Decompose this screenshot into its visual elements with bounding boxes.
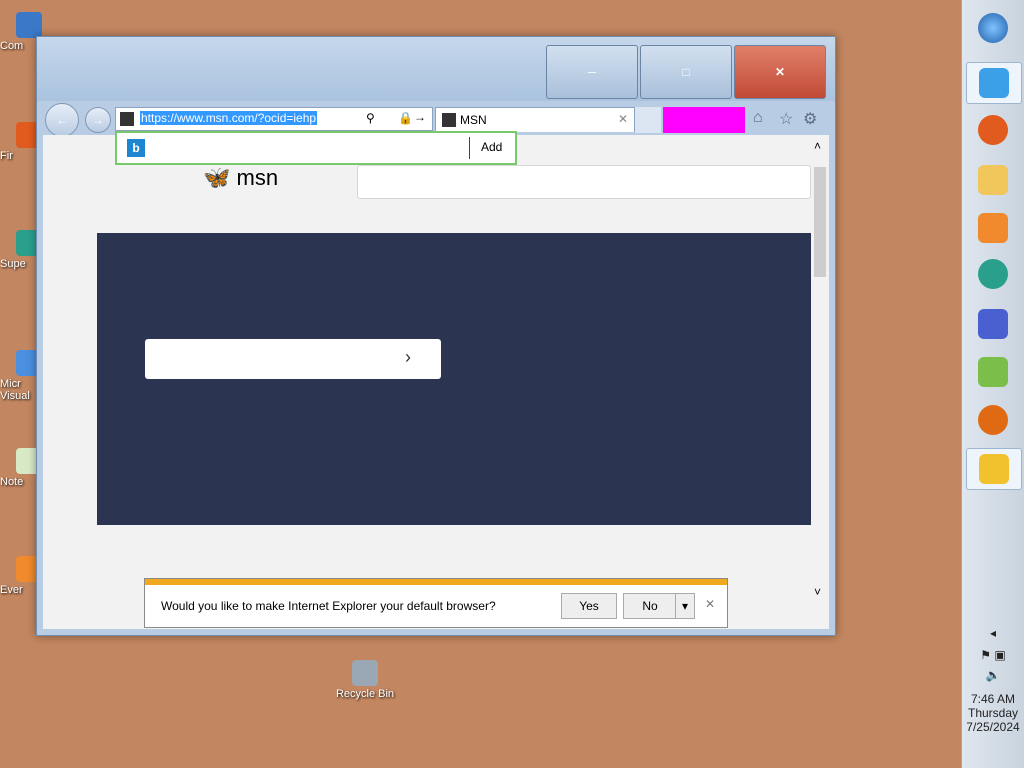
ie-window: ─ □ ✕ ← → https://www.msn.com/?ocid=iehp… [36, 36, 836, 636]
volume-muted-icon[interactable]: 🔈 [962, 668, 1024, 682]
desktop-icon-firefox[interactable]: Fir [0, 122, 42, 162]
system-tray: ◂ ⚑ ▣ 🔈 7:46 AM Thursday 7/25/2024 [962, 618, 1024, 768]
close-button[interactable]: ✕ [734, 45, 826, 99]
folder-icon [978, 165, 1008, 195]
taskbar-firefox[interactable] [966, 110, 1020, 150]
warning-icon [979, 454, 1009, 484]
taskbar: ◂ ⚑ ▣ 🔈 7:46 AM Thursday 7/25/2024 [961, 0, 1024, 768]
scroll-up-icon[interactable]: ˄ [814, 139, 821, 153]
visual-studio-icon [978, 309, 1008, 339]
lock-icon: 🔒 [398, 111, 413, 125]
desktop-icon-computer[interactable]: Com [0, 12, 42, 52]
desktop-icon-notepad[interactable]: Note [0, 448, 42, 488]
computer-icon [16, 12, 42, 38]
address-url[interactable]: https://www.msn.com/?ocid=iehp [140, 111, 318, 125]
desktop-icon-visual[interactable]: Micr Visual [0, 350, 42, 402]
taskbar-explorer[interactable] [966, 160, 1020, 200]
search-icon [978, 405, 1008, 435]
windows-logo-icon [978, 13, 1008, 43]
clock-time[interactable]: 7:46 AM [962, 692, 1024, 706]
address-bar[interactable]: https://www.msn.com/?ocid=iehp ⚲ 🔒 → [115, 107, 433, 131]
notepad-icon [978, 357, 1008, 387]
favorites-icon[interactable]: ☆ [779, 109, 793, 129]
taskbar-visual-studio[interactable] [966, 304, 1020, 344]
web-content: 🦋 msn › ˄ ˅ [43, 135, 829, 629]
no-dropdown-button[interactable]: ▾ [675, 593, 695, 619]
start-button[interactable] [966, 8, 1020, 48]
msn-logo[interactable]: 🦋 msn [203, 165, 278, 191]
minimize-button[interactable]: ─ [546, 45, 638, 99]
scroll-thumb[interactable] [814, 167, 826, 277]
clock-day: Thursday [967, 706, 1019, 720]
internet-explorer-icon [979, 68, 1009, 98]
tab-close-icon[interactable]: ✕ [618, 112, 628, 126]
forward-button[interactable]: → [85, 107, 111, 133]
taskbar-ie[interactable] [966, 62, 1022, 104]
address-suggestion-popup: b Add [115, 131, 517, 165]
show-hidden-icons-button[interactable]: ◂ [962, 626, 1024, 640]
default-browser-notification: Would you like to make Internet Explorer… [144, 578, 728, 628]
desktop-icon-recycle-bin[interactable]: Recycle Bin [330, 660, 400, 700]
msn-tab-icon [442, 113, 456, 127]
desktop: Com Fir Supe Micr Visual Note Ever Recyc… [0, 0, 1024, 768]
gear-icon[interactable]: ⚙ [803, 109, 817, 129]
scrollbar[interactable]: ˄ ˅ [811, 135, 829, 629]
recycle-bin-icon [352, 660, 378, 686]
home-icon[interactable]: ⌂ [753, 109, 763, 127]
tab-msn[interactable]: MSN ✕ [435, 107, 635, 132]
msn-site-icon [120, 112, 134, 126]
firefox-icon [978, 115, 1008, 145]
separator [469, 137, 470, 159]
chevron-right-icon: › [405, 347, 411, 367]
scroll-down-icon[interactable]: ˅ [814, 585, 821, 599]
magenta-block [663, 107, 745, 133]
taskbar-media[interactable] [966, 208, 1020, 248]
tray-icons: ⚑ ▣ [980, 648, 1006, 662]
app-icon [978, 259, 1008, 289]
msn-search-input[interactable] [357, 165, 811, 199]
hero-button[interactable]: › [145, 339, 441, 379]
maximize-button[interactable]: □ [640, 45, 732, 99]
desktop-icon-ever[interactable]: Ever [0, 556, 42, 596]
clock-date: 7/25/2024 [966, 720, 1020, 734]
taskbar-notepad[interactable] [966, 352, 1020, 392]
notification-accent [145, 579, 727, 585]
media-player-icon [978, 213, 1008, 243]
no-button[interactable]: No [623, 593, 677, 619]
bing-icon[interactable]: b [127, 139, 145, 157]
hero-banner: › [97, 233, 811, 525]
add-search-provider-button[interactable]: Add [481, 140, 502, 154]
taskbar-search-app[interactable] [966, 400, 1020, 440]
taskbar-app-green[interactable] [966, 254, 1020, 294]
back-button[interactable]: ← [45, 103, 79, 137]
taskbar-warning[interactable] [966, 448, 1022, 490]
notification-message: Would you like to make Internet Explorer… [161, 599, 496, 613]
desktop-icon-super[interactable]: Supe [0, 230, 42, 270]
notification-close-icon[interactable]: ✕ [705, 597, 715, 611]
go-icon[interactable]: → [414, 110, 426, 124]
new-tab-button[interactable] [635, 107, 661, 133]
yes-button[interactable]: Yes [561, 593, 617, 619]
tab-title: MSN [460, 113, 487, 127]
search-icon[interactable]: ⚲ [366, 111, 375, 125]
